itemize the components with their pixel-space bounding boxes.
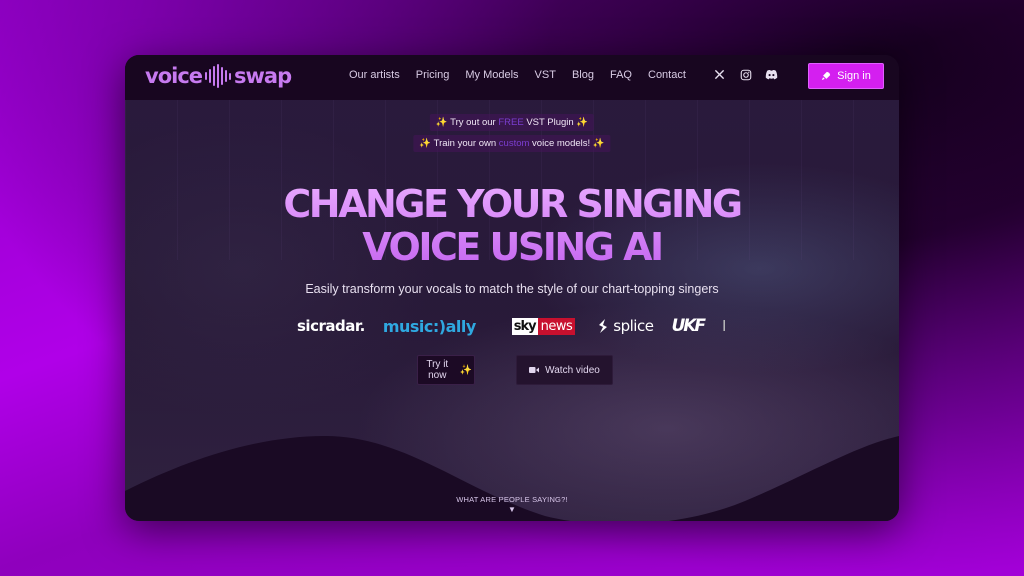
promo-text: VST Plugin [523,117,577,128]
watch-video-label: Watch video [545,364,600,376]
try-it-now-label: Try it now [426,359,449,381]
promo-text: voice models! [529,138,593,149]
social-links [713,68,778,81]
nav-our-artists[interactable]: Our artists [349,69,400,81]
sparkle-icon: ✨ [419,138,432,149]
hero-subtitle: Easily transform your vocals to match th… [305,282,719,296]
scroll-down-arrow-icon[interactable]: ▼ [125,505,899,514]
press-logos: sicradar. music:)ally sky news splice UKF… [297,315,737,337]
browser-window: voice swap Our artists Pricing My Models… [125,55,899,521]
nav-contact[interactable]: Contact [648,69,686,81]
main-nav: Our artists Pricing My Models VST Blog F… [349,69,686,81]
testimonials-link[interactable]: WHAT ARE PEOPLE SAYING?! [125,495,899,504]
hero-headline: CHANGE YOUR SINGING VOICE USING AI [125,183,899,269]
nav-pricing[interactable]: Pricing [416,69,450,81]
sky-text: sky [511,317,538,335]
musically-logo: music:)ally [382,316,476,336]
sparkle-icon: ✨ [459,364,472,376]
promo-text: Train your own [431,138,499,149]
promo-highlight: FREE [498,117,524,128]
rocket-icon [822,71,831,81]
watch-video-button[interactable]: Watch video [516,355,613,385]
sparkle-icon: ✨ [592,138,605,149]
sign-in-button[interactable]: Sign in [808,63,884,89]
logo-text-swap: swap [234,64,292,88]
promo-vst-plugin[interactable]: ✨ Try out our FREE VST Plugin ✨ [429,114,595,131]
sky-news-logo: sky news [511,317,576,335]
headline-line-2: VOICE USING AI [362,225,662,269]
x-twitter-icon[interactable] [713,68,726,81]
nav-blog[interactable]: Blog [572,69,594,81]
nav-my-models[interactable]: My Models [465,69,518,81]
voiceswap-logo[interactable]: voice swap [145,64,292,88]
waveform-icon [205,64,232,88]
next-logo-partial: I [722,317,726,335]
logo-text-voice: voice [145,64,203,88]
news-text: news [537,317,576,335]
nav-vst[interactable]: VST [535,69,556,81]
sign-in-label: Sign in [837,70,871,82]
splice-mark-icon [599,319,608,333]
musicradar-logo: sicradar. [297,317,365,335]
sparkle-icon: ✨ [435,117,448,128]
splice-text: splice [613,317,654,335]
nav-faq[interactable]: FAQ [610,69,632,81]
promo-custom-models[interactable]: ✨ Train your own custom voice models! ✨ [413,135,611,152]
video-camera-icon [529,367,540,373]
splice-logo: splice [597,317,654,335]
instagram-icon[interactable] [739,68,752,81]
promo-text: Try out our [447,117,499,128]
promo-highlight: custom [498,138,530,149]
ukf-logo: UKF [671,316,706,336]
navbar: voice swap Our artists Pricing My Models… [125,55,899,100]
discord-icon[interactable] [765,68,778,81]
try-it-now-button[interactable]: Try it now ✨ [417,355,475,385]
sparkle-icon: ✨ [576,117,589,128]
headline-line-1: CHANGE YOUR SINGING [283,182,741,226]
